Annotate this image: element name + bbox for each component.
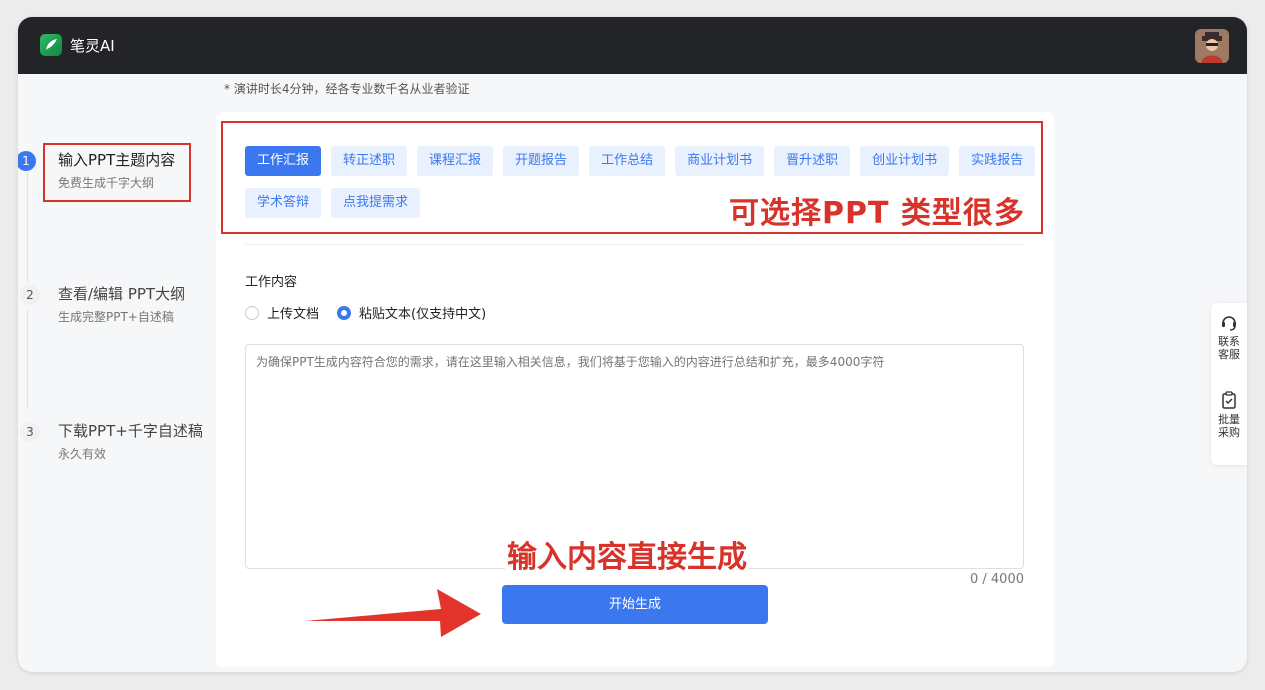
type-button[interactable]: 晋升述职	[774, 146, 851, 176]
duration-hint: * 演讲时长4分钟，经各专业数千名从业者验证	[224, 82, 470, 96]
clipboard-check-icon	[1222, 391, 1236, 409]
logo-icon[interactable]	[40, 34, 62, 56]
avatar[interactable]	[1195, 29, 1229, 63]
bulk-purchase-label: 批量采购	[1218, 413, 1240, 439]
step-subtitle: 免费生成千字大纲	[58, 176, 155, 190]
step-connector	[27, 172, 28, 282]
type-button[interactable]: 课程汇报	[417, 146, 494, 176]
type-button[interactable]: 实践报告	[959, 146, 1036, 176]
type-button[interactable]: 转正述职	[331, 146, 408, 176]
radio-upload-label[interactable]: 上传文档	[267, 303, 319, 322]
step-connector	[27, 309, 28, 409]
content-label: 工作内容	[245, 275, 298, 290]
step-number: 3	[20, 422, 40, 442]
contact-service-label: 联系客服	[1218, 335, 1240, 361]
step-title: 输入PPT主题内容	[58, 151, 176, 169]
app-title[interactable]: 笔灵AI	[70, 35, 115, 56]
type-button[interactable]: 学术答辩	[245, 188, 322, 218]
step-number: 2	[20, 285, 40, 305]
bulk-purchase[interactable]: 批量采购	[1211, 391, 1247, 439]
type-button[interactable]: 工作总结	[589, 146, 666, 176]
char-counter: 0 / 4000	[970, 572, 1024, 587]
generate-button[interactable]: 开始生成	[502, 585, 768, 624]
top-bar: 笔灵AI	[18, 17, 1247, 74]
step-number: 1	[18, 151, 36, 171]
type-button[interactable]: 工作汇报	[245, 146, 322, 176]
step-subtitle: 永久有效	[58, 447, 107, 461]
radio-paste-label[interactable]: 粘贴文本(仅支持中文)	[359, 303, 486, 322]
step-title: 查看/编辑 PPT大纲	[58, 285, 186, 303]
input-mode-radios: 上传文档 粘贴文本(仅支持中文)	[245, 303, 504, 322]
radio-upload[interactable]	[245, 305, 259, 320]
annotation-types: 可选择PPT 类型很多	[729, 196, 1025, 231]
type-button[interactable]: 开题报告	[503, 146, 580, 176]
ppt-type-row-2: 学术答辩 点我提需求	[245, 188, 421, 218]
step-title: 下载PPT+千字自述稿	[58, 422, 203, 440]
annotation-generate: 输入内容直接生成	[505, 532, 749, 576]
radio-paste[interactable]	[337, 305, 352, 320]
type-button[interactable]: 创业计划书	[860, 146, 950, 176]
step-subtitle: 生成完整PPT+自述稿	[58, 310, 174, 324]
floating-service-panel: 联系客服 批量采购	[1211, 303, 1247, 465]
divider	[245, 244, 1025, 245]
arrow-annotation-icon	[305, 589, 481, 637]
request-button[interactable]: 点我提需求	[331, 188, 421, 218]
headset-icon	[1222, 316, 1236, 331]
contact-service[interactable]: 联系客服	[1211, 313, 1247, 361]
app-window: 笔灵AI * 演讲时长4分钟，经各专业数千名从业者验证 1 输入PPT主题内容 …	[18, 17, 1247, 672]
type-button[interactable]: 商业计划书	[675, 146, 765, 176]
ppt-type-row-1: 工作汇报 转正述职 课程汇报 开题报告 工作总结 商业计划书 晋升述职 创业计划…	[245, 146, 1036, 176]
